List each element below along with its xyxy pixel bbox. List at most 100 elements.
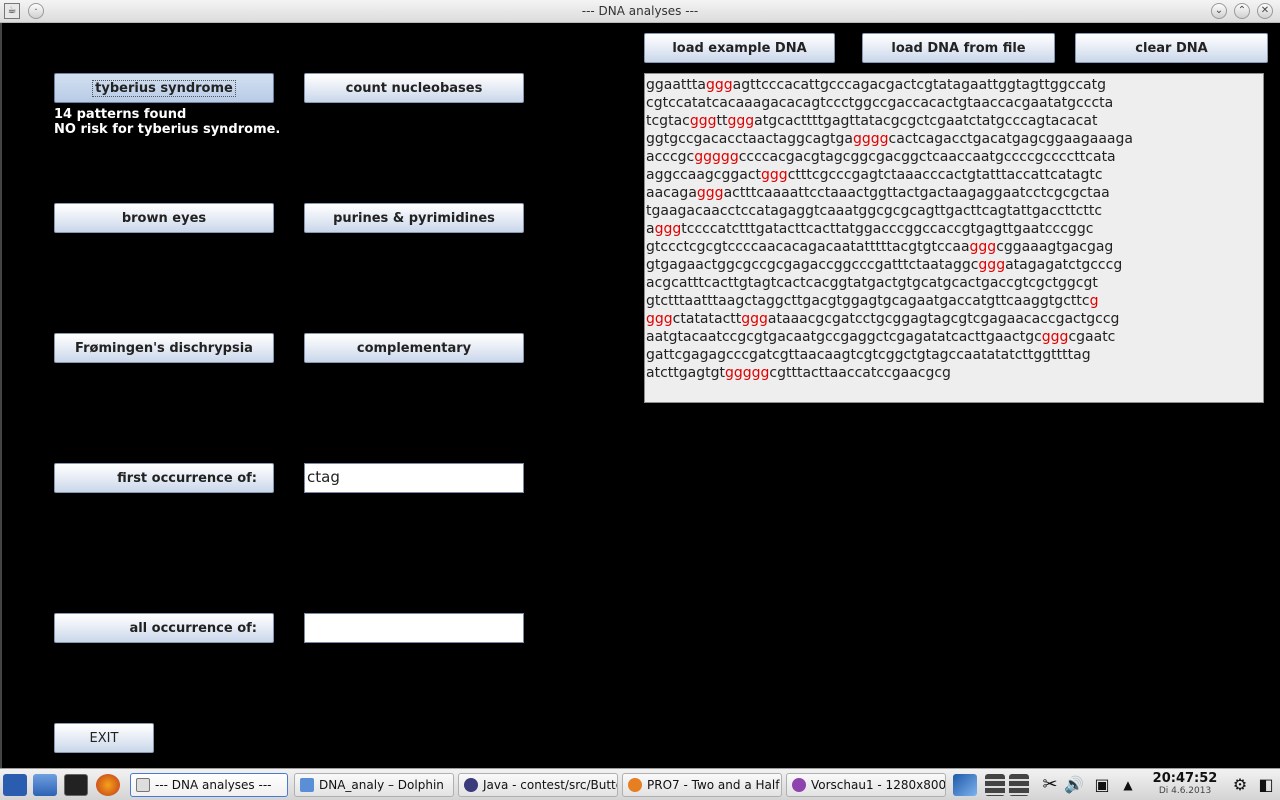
volume-icon[interactable]: 🔊	[1062, 774, 1086, 796]
dna-segment: acccgc	[646, 149, 695, 165]
activities-icon[interactable]: ◧	[1254, 774, 1278, 796]
dna-highlight: g	[1089, 293, 1099, 309]
dna-highlight: ggg	[689, 113, 717, 129]
dna-segment: ctttcgcccgagtctaaacccactgtatttaccattcata…	[787, 167, 1103, 183]
task-dna-analyses[interactable]: --- DNA analyses ---	[130, 773, 288, 797]
purines-pyrimidines-button[interactable]: purines & pyrimidines	[304, 203, 524, 233]
dna-line: gtgagaactggcgccgcgagaccggcccgatttctaatag…	[646, 256, 1262, 274]
task-dolphin[interactable]: DNA_analy – Dolphin	[294, 773, 454, 797]
pager-1-icon[interactable]	[985, 774, 1005, 796]
dna-line: aggccaagcggactgggctttcgcccgagtctaaacccac…	[646, 166, 1262, 184]
result-line-patterns: 14 patterns found	[54, 107, 187, 122]
window-titlebar[interactable]: ☕ · --- DNA analyses --- ⌄ ⌃ ✕	[0, 0, 1280, 23]
dna-segment: tccccatctttgatacttcacttatggacccggccaccgt…	[681, 221, 1094, 237]
taskbar: --- DNA analyses --- DNA_analy – Dolphin…	[0, 768, 1280, 800]
dna-sequence-textarea[interactable]: ggaatttagggagttcccacattgcccagacgactcgtat…	[644, 73, 1264, 403]
dna-segment: gtctttaatttaagctaggcttgacgtggagtgcagaatg…	[646, 293, 1090, 309]
dna-line: tgaagacaacctccatagaggtcaaatggcgcgcagttga…	[646, 202, 1262, 220]
dna-line: aatgtacaatccgcgtgacaatgccgaggctcgagatatc…	[646, 328, 1262, 346]
dna-line: gtccctcgcgtccccaacacagacaatatttttacgtgtc…	[646, 238, 1262, 256]
task-label: --- DNA analyses ---	[155, 778, 272, 792]
dna-segment: ataaacgcgatcctgcggagtagcgtcgagaacaccgact…	[767, 311, 1120, 327]
dna-line: gattcgagagcccgatcgttaacaagtcgtcggctgtagc…	[646, 346, 1262, 364]
dna-line: ggtgccgacacctaactaggcagtgaggggcactcagacc…	[646, 130, 1262, 148]
task-vorschau[interactable]: Vorschau1 - 1280x800 -	[786, 773, 946, 797]
dna-highlight: ggg	[705, 77, 733, 93]
dna-segment: atgcacttttgagttatacgcgctcgaatctatgcccagt…	[754, 113, 1098, 129]
count-nucleobases-button[interactable]: count nucleobases	[304, 73, 524, 103]
dna-highlight: ggg	[654, 221, 682, 237]
file-manager-icon[interactable]	[33, 774, 57, 796]
dna-segment: cgtttacttaaccatccgaacgcg	[769, 365, 951, 381]
dna-line: agggtccccatctttgatacttcacttatggacccggcca…	[646, 220, 1262, 238]
result-line-risk: NO risk for tyberius syndrome.	[54, 122, 281, 137]
dna-line: atcttgagtgtgggggcgtttacttaaccatccgaacgcg	[646, 364, 1262, 382]
load-example-dna-button[interactable]: load example DNA	[644, 33, 835, 63]
scissors-icon[interactable]: ✂	[1038, 774, 1062, 796]
task-label: Vorschau1 - 1280x800 -	[811, 778, 946, 792]
dna-highlight: ggg	[696, 185, 724, 201]
dna-line: acgcatttcacttgtagtcactcacggtatgactgtgcat…	[646, 274, 1262, 292]
tyberius-syndrome-label: tyberius syndrome	[92, 79, 236, 97]
task-firefox[interactable]: PRO7 - Two and a Half M	[622, 773, 782, 797]
java-app-icon	[136, 778, 150, 792]
dna-segment: ccccacgacgtagcggcgacggctcaaccaatgccccgcc…	[738, 149, 1116, 165]
dna-segment: cggaaagtgacgag	[996, 239, 1114, 255]
desktop-pager-icon[interactable]	[953, 774, 977, 796]
dna-segment: ctatatactt	[672, 311, 742, 327]
exit-button[interactable]: EXIT	[54, 723, 154, 753]
maximize-icon[interactable]: ⌃	[1234, 3, 1250, 19]
dna-line: gtctttaatttaagctaggcttgacgtggagtgcagaatg…	[646, 292, 1262, 310]
clipboard-icon[interactable]: ▣	[1090, 774, 1114, 796]
window-title: --- DNA analyses ---	[581, 4, 699, 18]
dna-segment: cgtccatatcacaaagacacagtccctggccgaccacact…	[646, 95, 1114, 111]
minimize-icon[interactable]: ⌄	[1211, 3, 1227, 19]
clock-time: 20:47:52	[1152, 771, 1218, 786]
dna-segment: atagagatctgcccg	[1005, 257, 1123, 273]
dna-segment: atcttgagtgt	[646, 365, 725, 381]
dna-segment: cactcagacctgacatgagcggaagaaaga	[888, 131, 1133, 147]
dna-segment: ggaattta	[646, 77, 706, 93]
dna-line: ggaatttagggagttcccacattgcccagacgactcgtat…	[646, 76, 1262, 94]
dna-highlight: ggg	[1041, 329, 1069, 345]
dna-segment: aatgtacaatccgcgtgacaatgccgaggctcgagatatc…	[646, 329, 1042, 345]
dna-highlight: ggg	[969, 239, 997, 255]
preview-icon	[792, 778, 806, 792]
dna-segment: gattcgagagcccgatcgttaacaagtcgtcggctgtagc…	[646, 347, 1091, 363]
tray-expand-icon[interactable]: ▲	[1116, 774, 1140, 796]
load-dna-from-file-button[interactable]: load DNA from file	[862, 33, 1055, 63]
first-occurrence-button[interactable]: first occurrence of:	[54, 463, 274, 493]
dna-highlight: ggg	[978, 257, 1006, 273]
firefox-icon[interactable]	[96, 774, 120, 796]
all-occurrence-button[interactable]: all occurrence of:	[54, 613, 274, 643]
clear-dna-button[interactable]: clear DNA	[1075, 33, 1268, 63]
dna-segment: aggccaagcggact	[646, 167, 762, 183]
dna-segment: aacaga	[646, 185, 697, 201]
pager-2-icon[interactable]	[1009, 774, 1029, 796]
dna-highlight: ggg	[741, 311, 768, 327]
dna-segment: acgcatttcacttgtagtcactcacggtatgactgtgcat…	[646, 275, 1098, 291]
fromingen-dischrypsia-button[interactable]: Frømingen's dischrypsia	[54, 333, 274, 363]
dna-highlight: gggg	[853, 131, 889, 147]
cashew-icon[interactable]: ⚙	[1228, 774, 1252, 796]
dna-line: acccgcgggggccccacgacgtagcggcgacggctcaacc…	[646, 148, 1262, 166]
dna-segment: ggtgccgacacctaactaggcagtga	[646, 131, 853, 147]
close-icon[interactable]: ✕	[1257, 3, 1273, 19]
terminal-icon[interactable]	[64, 774, 88, 796]
clock[interactable]: 20:47:52 Di 4.6.2013	[1150, 771, 1220, 796]
main-panel: load example DNA load DNA from file clea…	[0, 23, 1280, 768]
task-label: Java - contest/src/Butto	[483, 778, 618, 792]
brown-eyes-button[interactable]: brown eyes	[54, 203, 274, 233]
all-occurrence-input[interactable]	[304, 613, 524, 643]
dna-line: aacagagggactttcaaaattcctaaactggttactgact…	[646, 184, 1262, 202]
analysis-result: 14 patterns found NO risk for tyberius s…	[54, 107, 280, 137]
task-eclipse[interactable]: Java - contest/src/Butto	[458, 773, 618, 797]
first-occurrence-input[interactable]: ctag	[304, 463, 524, 493]
tyberius-syndrome-button[interactable]: tyberius syndrome	[54, 73, 274, 103]
dna-line: cgtccatatcacaaagacacagtccctggccgaccacact…	[646, 94, 1262, 112]
dna-line: tcgtacgggttgggatgcacttttgagttatacgcgctcg…	[646, 112, 1262, 130]
complementary-button[interactable]: complementary	[304, 333, 524, 363]
dna-segment: gtgagaactggcgccgcgagaccggcccgatttctaatag…	[646, 257, 979, 273]
kde-menu-icon[interactable]	[3, 774, 27, 796]
dna-highlight: ggggg	[694, 149, 739, 165]
